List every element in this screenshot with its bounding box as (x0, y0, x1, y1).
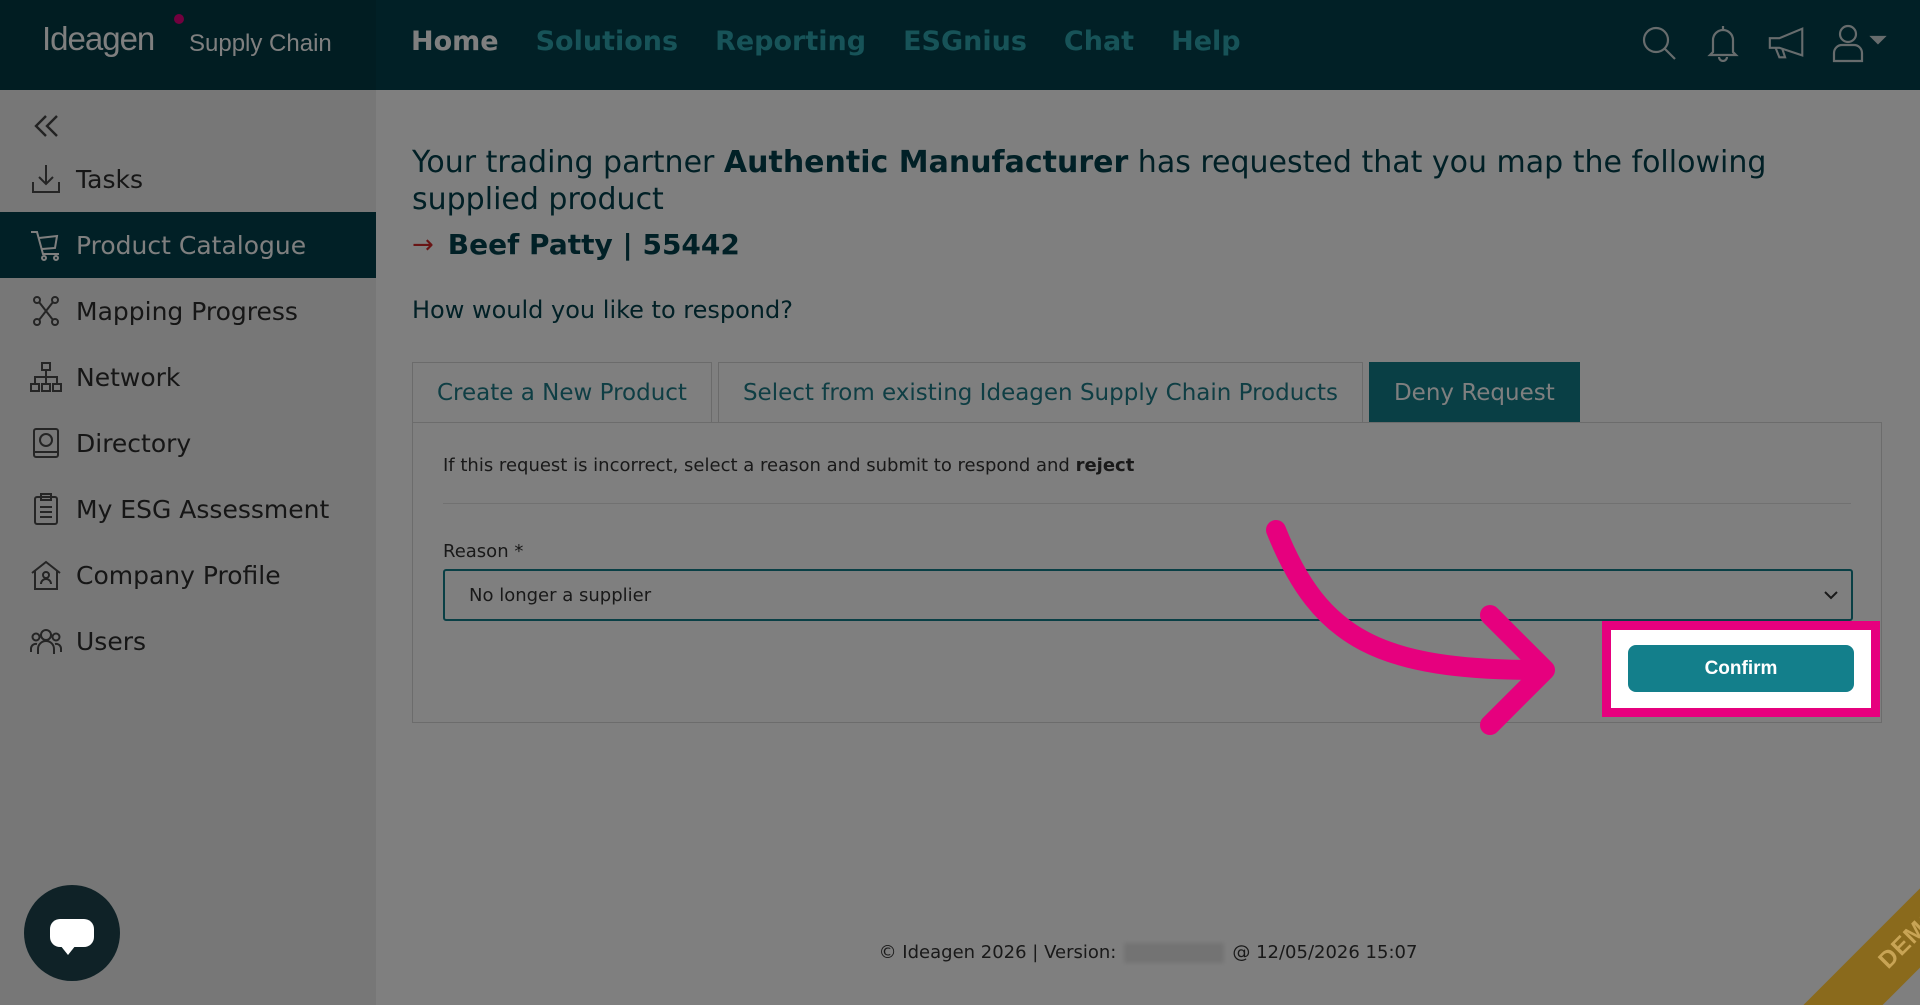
logo-main-text: Ideagen (42, 20, 155, 57)
version-redacted (1124, 943, 1225, 963)
sidebar-item-company-profile[interactable]: Company Profile (0, 542, 376, 608)
header-icons (1638, 22, 1890, 64)
chat-widget-button[interactable] (24, 885, 120, 981)
deny-instructions-text: If this request is incorrect, select a r… (443, 455, 1076, 476)
main-content: Your trading partner Authentic Manufactu… (376, 90, 1920, 1005)
sidebar-item-product-catalogue[interactable]: Product Catalogue (0, 212, 376, 278)
nav-help[interactable]: Help (1171, 26, 1241, 57)
tab-create-new-product[interactable]: Create a New Product (412, 362, 712, 422)
logo-sub-text: Supply Chain (189, 30, 332, 57)
download-tray-icon (28, 161, 64, 197)
megaphone-icon[interactable] (1766, 22, 1808, 64)
nav-reporting[interactable]: Reporting (715, 26, 866, 57)
product-name: Beef Patty | 55442 (447, 228, 740, 261)
reason-selected-value: No longer a supplier (469, 584, 652, 606)
sidebar-item-mapping-progress[interactable]: Mapping Progress (0, 278, 376, 344)
nav-solutions[interactable]: Solutions (536, 26, 678, 57)
requested-product: → Beef Patty | 55442 (412, 228, 740, 261)
footer: © Ideagen 2026 | Version: @ 12/05/2026 15… (376, 942, 1920, 963)
search-icon[interactable] (1638, 22, 1680, 64)
reason-select[interactable]: No longer a supplier (443, 569, 1853, 621)
sidebar-item-label: Tasks (76, 164, 143, 194)
sidebar-item-label: Product Catalogue (76, 230, 307, 260)
network-icon (28, 359, 64, 395)
nav-chat[interactable]: Chat (1064, 26, 1134, 57)
sidebar-item-esg-assessment[interactable]: My ESG Assessment (0, 476, 376, 542)
partner-name: Authentic Manufacturer (723, 145, 1129, 180)
sidebar-item-users[interactable]: Users (0, 608, 376, 674)
logo-accent-dot (174, 14, 184, 24)
deny-instructions-bold: reject (1075, 455, 1135, 476)
chevron-down-icon (1824, 591, 1838, 600)
brand-logo[interactable]: Ideagen Supply Chain (0, 0, 376, 90)
footer-copyright: © Ideagen 2026 | Version: (878, 942, 1117, 963)
arrow-right-icon: → (412, 229, 434, 260)
sidebar-item-network[interactable]: Network (0, 344, 376, 410)
confirm-button[interactable]: Confirm (1628, 645, 1854, 692)
sidebar-item-label: Company Profile (76, 560, 281, 590)
response-question: How would you like to respond? (412, 296, 793, 324)
sidebar-item-label: Directory (76, 428, 192, 458)
user-icon[interactable] (1830, 22, 1890, 64)
cart-icon (28, 227, 64, 263)
tab-select-existing-products[interactable]: Select from existing Ideagen Supply Chai… (717, 362, 1363, 422)
response-tabs: Create a New Product Select from existin… (412, 362, 1586, 422)
directory-icon (28, 425, 64, 461)
sidebar-item-tasks[interactable]: Tasks (0, 146, 376, 212)
tab-deny-request[interactable]: Deny Request (1368, 362, 1580, 422)
reason-label: Reason * (443, 541, 524, 562)
sidebar-item-label: Users (76, 626, 147, 656)
nav-esgnius[interactable]: ESGnius (903, 26, 1027, 57)
divider (443, 503, 1851, 504)
sidebar-item-label: My ESG Assessment (76, 494, 330, 524)
nav-home[interactable]: Home (411, 26, 499, 57)
bell-icon[interactable] (1702, 22, 1744, 64)
clipboard-icon (28, 491, 64, 527)
sidebar: Tasks Product Catalogue Mapping Progress… (0, 90, 376, 1005)
page-title: Your trading partner Authentic Manufactu… (412, 144, 1852, 218)
top-navigation: Home Solutions Reporting ESGnius Chat He… (411, 26, 1278, 57)
sidebar-item-label: Network (76, 362, 181, 392)
heading-prefix: Your trading partner (412, 145, 724, 180)
top-header: Ideagen Supply Chain Home Solutions Repo… (0, 0, 1920, 90)
sidebar-item-directory[interactable]: Directory (0, 410, 376, 476)
mapping-icon (28, 293, 64, 329)
deny-instructions: If this request is incorrect, select a r… (443, 455, 1134, 476)
company-icon (28, 557, 64, 593)
confirm-highlight: Confirm (1602, 621, 1880, 717)
users-icon (28, 623, 64, 659)
footer-timestamp: @ 12/05/2026 15:07 (1232, 942, 1418, 963)
collapse-sidebar-icon[interactable] (30, 110, 62, 142)
chat-bubble-icon (50, 919, 94, 955)
sidebar-menu: Tasks Product Catalogue Mapping Progress… (0, 146, 376, 674)
sidebar-item-label: Mapping Progress (76, 296, 298, 326)
